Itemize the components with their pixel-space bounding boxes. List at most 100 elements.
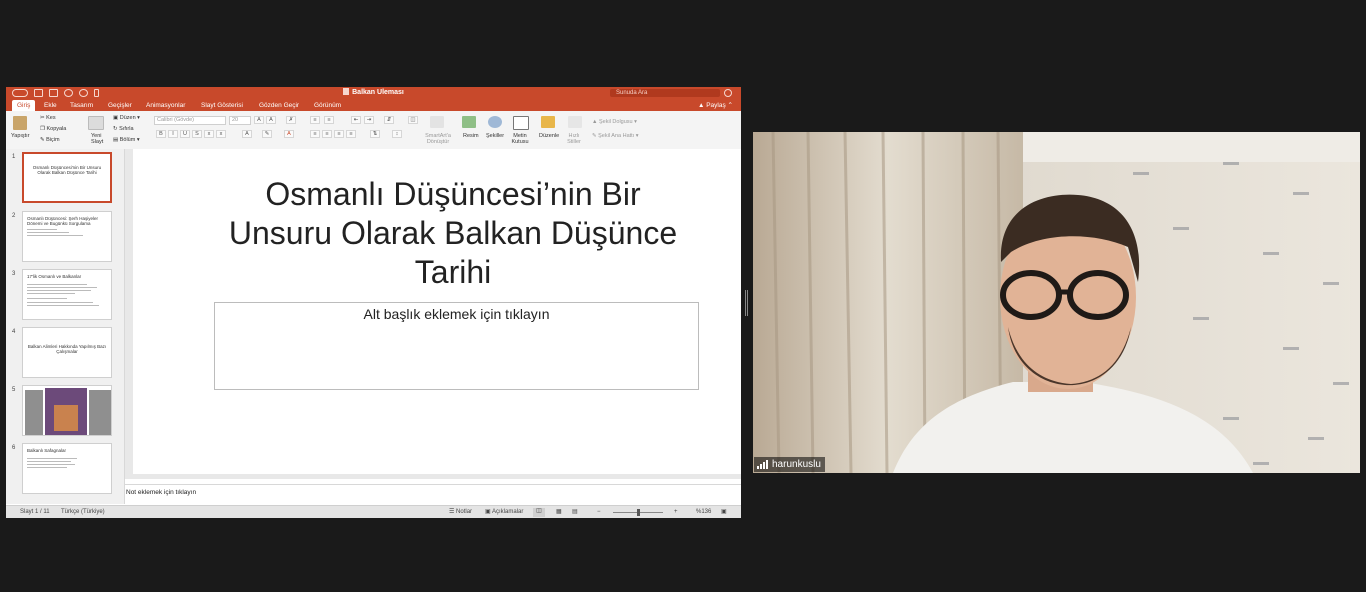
- slide-thumbnail-2[interactable]: Osmanlı Düşüncesi: Şerh Haşiyeler Dönemi…: [22, 211, 112, 262]
- font-name-select[interactable]: Calibri (Gövde): [154, 116, 226, 125]
- text-effects-icon[interactable]: A: [242, 130, 252, 138]
- fit-to-window-icon[interactable]: ▣: [721, 509, 727, 516]
- reading-view-icon[interactable]: ▤: [572, 509, 578, 516]
- slide-thumbnail-5[interactable]: [22, 385, 112, 436]
- shapes-icon[interactable]: [488, 116, 502, 128]
- underline-icon[interactable]: U: [180, 130, 190, 138]
- tab-insert[interactable]: Ekle: [44, 100, 57, 111]
- justify-icon[interactable]: ≡: [346, 130, 356, 138]
- arrange-button[interactable]: Düzenle: [539, 133, 559, 139]
- thumb-photo-right: [89, 390, 111, 435]
- highlight-icon[interactable]: ✎: [262, 130, 272, 138]
- smartart-icon[interactable]: [430, 116, 444, 128]
- zoom-out-icon[interactable]: −: [597, 509, 601, 516]
- thumb-text: 17'lik Osmanlı ve Balkanlar: [27, 274, 82, 279]
- slide-canvas[interactable]: Osmanlı Düşüncesi’nin Bir Unsuru Olarak …: [133, 149, 741, 474]
- tab-design[interactable]: Tasarım: [70, 100, 93, 111]
- copy-button[interactable]: ❐ Kopyala: [40, 126, 66, 132]
- quick-styles-button[interactable]: Hızlı Stiller: [565, 133, 583, 145]
- italic-icon[interactable]: I: [168, 130, 178, 138]
- panel-resize-handle[interactable]: [745, 290, 748, 316]
- thumb-line: [27, 229, 57, 230]
- slide-thumbnail-6[interactable]: Balkanlı Safagnalar: [22, 443, 112, 494]
- quick-styles-icon[interactable]: [568, 116, 582, 128]
- increase-font-icon[interactable]: A: [254, 116, 264, 124]
- slide-sorter-icon[interactable]: ▦: [556, 509, 562, 516]
- thumb-line: [27, 302, 93, 303]
- search-input[interactable]: Sunuda Ara: [610, 89, 720, 97]
- thumb-line: [27, 290, 91, 291]
- columns-icon[interactable]: ◫: [408, 116, 418, 124]
- tab-transitions[interactable]: Geçişler: [108, 100, 132, 111]
- slide-thumbnail-3[interactable]: 17'lik Osmanlı ve Balkanlar: [22, 269, 112, 320]
- cut-button[interactable]: ✂ Kes: [40, 115, 56, 121]
- numbering-icon[interactable]: ≡: [324, 116, 334, 124]
- thumb-number: 4: [12, 329, 16, 335]
- clear-format-icon[interactable]: ✗: [286, 116, 296, 124]
- account-icon[interactable]: [724, 89, 732, 97]
- arrange-icon[interactable]: [541, 116, 555, 128]
- paste-button[interactable]: Yapıştır: [11, 133, 30, 139]
- strikethrough-icon[interactable]: S: [192, 130, 202, 138]
- shape-fill-button[interactable]: ▲ Şekil Dolgusu ▾: [592, 119, 637, 125]
- picture-icon[interactable]: [462, 116, 476, 128]
- shapes-button[interactable]: Şekiller: [486, 133, 504, 139]
- increase-indent-icon[interactable]: ⇥: [364, 116, 374, 124]
- notes-pane[interactable]: Not eklemek için tıklayın: [125, 484, 741, 505]
- bullets-icon[interactable]: ≡: [310, 116, 320, 124]
- font-color-icon[interactable]: A: [284, 130, 294, 138]
- superscript-icon[interactable]: x: [204, 130, 214, 138]
- shape-outline-button[interactable]: ✎ Şekil Ana Hattı ▾: [592, 133, 639, 139]
- slide-thumbnail-1[interactable]: Osmanlı Düşüncesi'nin Bir Unsuru Olarak …: [22, 152, 112, 203]
- slide-thumbnail-4[interactable]: Balkan Alimleri Hakkında Yapılmış Bazı Ç…: [22, 327, 112, 378]
- tab-review[interactable]: Gözden Geçir: [259, 100, 299, 111]
- slide-thumbnails-pane: 1 Osmanlı Düşüncesi'nin Bir Unsuru Olara…: [6, 149, 125, 504]
- line-spacing-icon[interactable]: ⇵: [384, 116, 394, 124]
- paste-icon[interactable]: [13, 116, 27, 130]
- bold-icon[interactable]: B: [156, 130, 166, 138]
- tab-home[interactable]: Giriş: [12, 100, 36, 111]
- decrease-indent-icon[interactable]: ⇤: [351, 116, 361, 124]
- zoom-in-icon[interactable]: +: [674, 509, 678, 516]
- new-slide-icon[interactable]: [88, 116, 104, 130]
- zoom-slider-thumb[interactable]: [637, 509, 640, 516]
- textbox-button[interactable]: Metin Kutusu: [511, 133, 529, 145]
- textbox-icon[interactable]: [513, 116, 529, 130]
- thumb-text: Osmanlı Düşüncesi: Şerh Haşiyeler Dönemi…: [27, 216, 99, 226]
- layout-button[interactable]: ▣ Düzen ▾: [113, 115, 140, 121]
- tab-slideshow[interactable]: Slayt Gösterisi: [201, 100, 243, 111]
- tab-view[interactable]: Görünüm: [314, 100, 341, 111]
- reset-button[interactable]: ↻ Sıfırla: [113, 126, 134, 132]
- section-button[interactable]: ▤ Bölüm ▾: [113, 137, 140, 143]
- thumb-number: 1: [12, 154, 16, 160]
- thumb-book-cover: [45, 388, 87, 435]
- share-button[interactable]: ▲ Paylaş ⌃: [698, 100, 733, 111]
- participant-video-tile[interactable]: harunkuslu: [753, 132, 1360, 473]
- decrease-font-icon[interactable]: A: [266, 116, 276, 124]
- comments-button[interactable]: ▣ Açıklamalar: [485, 509, 523, 516]
- picture-button[interactable]: Resim: [463, 133, 479, 139]
- notes-button[interactable]: ☰ Notlar: [449, 509, 472, 516]
- smartart-button[interactable]: SmartArt'a Dönüştür: [422, 133, 454, 145]
- ribbon: Yapıştır ✂ Kes ❐ Kopyala ✎ Biçim Yeni Sl…: [6, 111, 741, 150]
- new-slide-button[interactable]: Yeni Slayt: [91, 133, 105, 145]
- align-center-icon[interactable]: ≡: [322, 130, 332, 138]
- thumb-line: [27, 461, 71, 462]
- thumb-line: [27, 298, 67, 299]
- normal-view-icon[interactable]: ◫: [533, 508, 545, 517]
- slide-title[interactable]: Osmanlı Düşüncesi’nin Bir Unsuru Olarak …: [193, 175, 713, 292]
- subtitle-placeholder[interactable]: Alt başlık eklemek için tıklayın: [214, 302, 699, 390]
- thumb-number: 2: [12, 213, 16, 219]
- thumb-line: [27, 232, 69, 233]
- language-indicator[interactable]: Türkçe (Türkiye): [61, 509, 105, 516]
- tab-animations[interactable]: Animasyonlar: [146, 100, 185, 111]
- align-right-icon[interactable]: ≡: [334, 130, 344, 138]
- text-direction-icon[interactable]: ⇅: [370, 130, 380, 138]
- font-size-select[interactable]: 20: [229, 116, 251, 125]
- thumb-line: [27, 467, 67, 468]
- format-painter-button[interactable]: ✎ Biçim: [40, 137, 60, 143]
- align-left-icon[interactable]: ≡: [310, 130, 320, 138]
- subscript-icon[interactable]: x: [216, 130, 226, 138]
- align-text-icon[interactable]: ↕: [392, 130, 402, 138]
- zoom-level[interactable]: %136: [696, 509, 711, 516]
